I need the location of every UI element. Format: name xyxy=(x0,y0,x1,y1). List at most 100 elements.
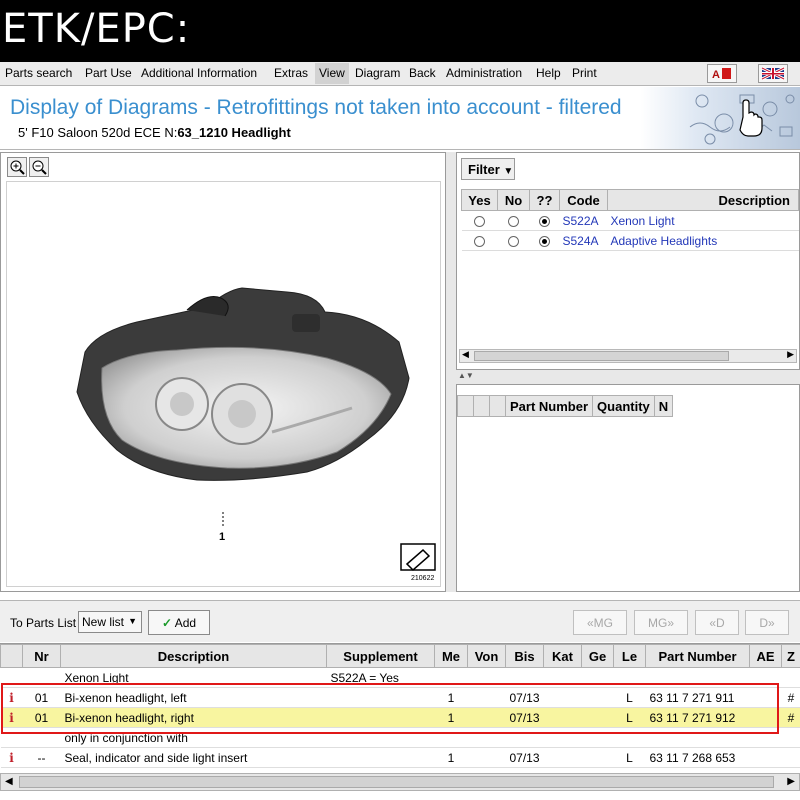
prev-d-button[interactable]: «D xyxy=(695,610,739,635)
radio-unknown[interactable] xyxy=(539,215,550,227)
radio-unknown[interactable] xyxy=(539,235,550,247)
row-description: only in conjunction with xyxy=(60,727,327,748)
filter-row: S524A Adaptive Headlights xyxy=(461,230,799,251)
row-nr xyxy=(22,667,61,688)
table-row[interactable]: i 01 Bi-xenon headlight, left 1 07/13 L … xyxy=(0,687,800,708)
col-yes: Yes xyxy=(461,189,498,211)
info-icon[interactable] xyxy=(0,667,23,688)
uk-flag-icon[interactable] xyxy=(758,64,788,83)
menu-extras[interactable]: Extras xyxy=(274,66,308,80)
next-mg-button[interactable]: MG» xyxy=(634,610,688,635)
radio-yes[interactable] xyxy=(474,215,485,227)
info-icon[interactable] xyxy=(0,727,23,748)
col-part-number: Part Number xyxy=(504,395,594,417)
row-me xyxy=(434,727,468,748)
filter-code[interactable]: S522A xyxy=(559,210,608,231)
menu-print[interactable]: Print xyxy=(572,66,597,80)
diagram-export-icon xyxy=(400,543,436,572)
row-bis: 07/13 xyxy=(505,747,544,768)
col-description: Description xyxy=(607,189,799,211)
filter-button[interactable]: Filter ▼ xyxy=(461,158,515,180)
menu-parts-search[interactable]: Parts search xyxy=(5,66,72,80)
table-row-selected[interactable]: i 01 Bi-xenon headlight, right 1 07/13 L… xyxy=(0,707,800,728)
col-description: Description xyxy=(60,644,327,668)
filter-description[interactable]: Xenon Light xyxy=(607,210,799,231)
row-z: # xyxy=(781,687,800,708)
row-part-number xyxy=(645,727,750,748)
row-description: Xenon Light xyxy=(60,667,327,688)
radio-no[interactable] xyxy=(508,235,519,247)
col-kat: Kat xyxy=(543,644,582,668)
row-nr: -- xyxy=(22,747,61,768)
n-label: N: xyxy=(164,125,178,140)
header-parts-illustration xyxy=(640,87,800,149)
menu-diagram[interactable]: Diagram xyxy=(355,66,400,80)
row-nr: 01 xyxy=(22,707,61,728)
col-bis: Bis xyxy=(505,644,544,668)
add-button[interactable]: ✓ Add xyxy=(148,610,210,635)
menu-administration[interactable]: Administration xyxy=(446,66,522,80)
row-me: 1 xyxy=(434,707,468,728)
scroll-right-icon[interactable]: ▶ xyxy=(787,349,794,360)
menu-part-use[interactable]: Part Use xyxy=(85,66,132,80)
col-le: Le xyxy=(613,644,646,668)
col-code: Code xyxy=(559,189,608,211)
diagram-image[interactable]: 1 210622 xyxy=(6,181,441,587)
info-icon[interactable]: i xyxy=(0,707,23,728)
checkmark-icon: ✓ xyxy=(161,616,173,630)
row-me xyxy=(434,667,468,688)
row-bis xyxy=(505,727,544,748)
prev-mg-button[interactable]: «MG xyxy=(573,610,627,635)
scroll-right-icon[interactable]: ▶ xyxy=(787,776,795,787)
diagram-pane: 1 210622 xyxy=(0,152,446,592)
row-bis xyxy=(505,667,544,688)
table-row[interactable]: Xenon Light S522A = Yes xyxy=(0,667,800,688)
menu-help[interactable]: Help xyxy=(536,66,561,80)
col-quantity: Quantity xyxy=(592,395,655,417)
row-part-number: 63 11 7 271 912 xyxy=(645,707,750,728)
radio-yes[interactable] xyxy=(474,235,485,247)
row-description: Bi-xenon headlight, right xyxy=(60,707,327,728)
col-n: N xyxy=(653,395,674,417)
col-ge: Ge xyxy=(581,644,614,668)
table-row[interactable]: only in conjunction with xyxy=(0,727,800,748)
filter-scrollbar[interactable]: ◀ ▶ xyxy=(459,349,797,363)
status-strip xyxy=(0,791,800,800)
filter-description[interactable]: Adaptive Headlights xyxy=(607,230,799,251)
vertical-splitter[interactable] xyxy=(446,152,456,592)
row-description: Seal, indicator and side light insert xyxy=(60,747,327,768)
col-nr: Nr xyxy=(22,644,61,668)
zoom-in-icon[interactable] xyxy=(7,157,27,177)
col-z: Z xyxy=(781,644,800,668)
row-me: 1 xyxy=(434,687,468,708)
parts-list-select[interactable]: New list ▼ xyxy=(78,611,142,633)
table-scrollbar[interactable]: ◀ ▶ xyxy=(0,773,800,791)
filter-table: Yes No ?? Code Description S522A Xenon L… xyxy=(461,189,799,251)
info-icon[interactable]: i xyxy=(0,747,23,768)
banner-title: ETK/EPC: xyxy=(2,6,191,52)
menu-additional-information[interactable]: Additional Information xyxy=(141,66,257,80)
menu-view[interactable]: View xyxy=(315,63,349,84)
zoom-out-icon[interactable] xyxy=(29,157,49,177)
row-part-number: 63 11 7 271 911 xyxy=(645,687,750,708)
image-code: 210622 xyxy=(411,575,434,582)
menu-back[interactable]: Back xyxy=(409,66,436,80)
language-icon[interactable]: A xyxy=(707,64,737,83)
scroll-left-icon[interactable]: ◀ xyxy=(462,349,469,360)
page-header: Display of Diagrams - Retrofittings not … xyxy=(0,87,800,150)
table-row[interactable]: i -- Seal, indicator and side light inse… xyxy=(0,747,800,768)
parts-detail-table: Nr Description Supplement Me Von Bis Kat… xyxy=(0,643,800,773)
next-d-button[interactable]: D» xyxy=(745,610,789,635)
splitter-arrows-icon[interactable]: ▲▼ xyxy=(458,371,474,380)
col-ae: AE xyxy=(749,644,782,668)
info-icon[interactable]: i xyxy=(0,687,23,708)
horizontal-splitter[interactable]: ▲▼ xyxy=(456,370,800,384)
scroll-left-icon[interactable]: ◀ xyxy=(5,776,13,787)
parts-table: Part Number Quantity N xyxy=(457,395,674,417)
banner: ETK/EPC: xyxy=(0,0,800,62)
col-unknown: ?? xyxy=(529,189,560,211)
row-nr xyxy=(22,727,61,748)
row-le: L xyxy=(613,747,646,768)
filter-code[interactable]: S524A xyxy=(559,230,608,251)
radio-no[interactable] xyxy=(508,215,519,227)
